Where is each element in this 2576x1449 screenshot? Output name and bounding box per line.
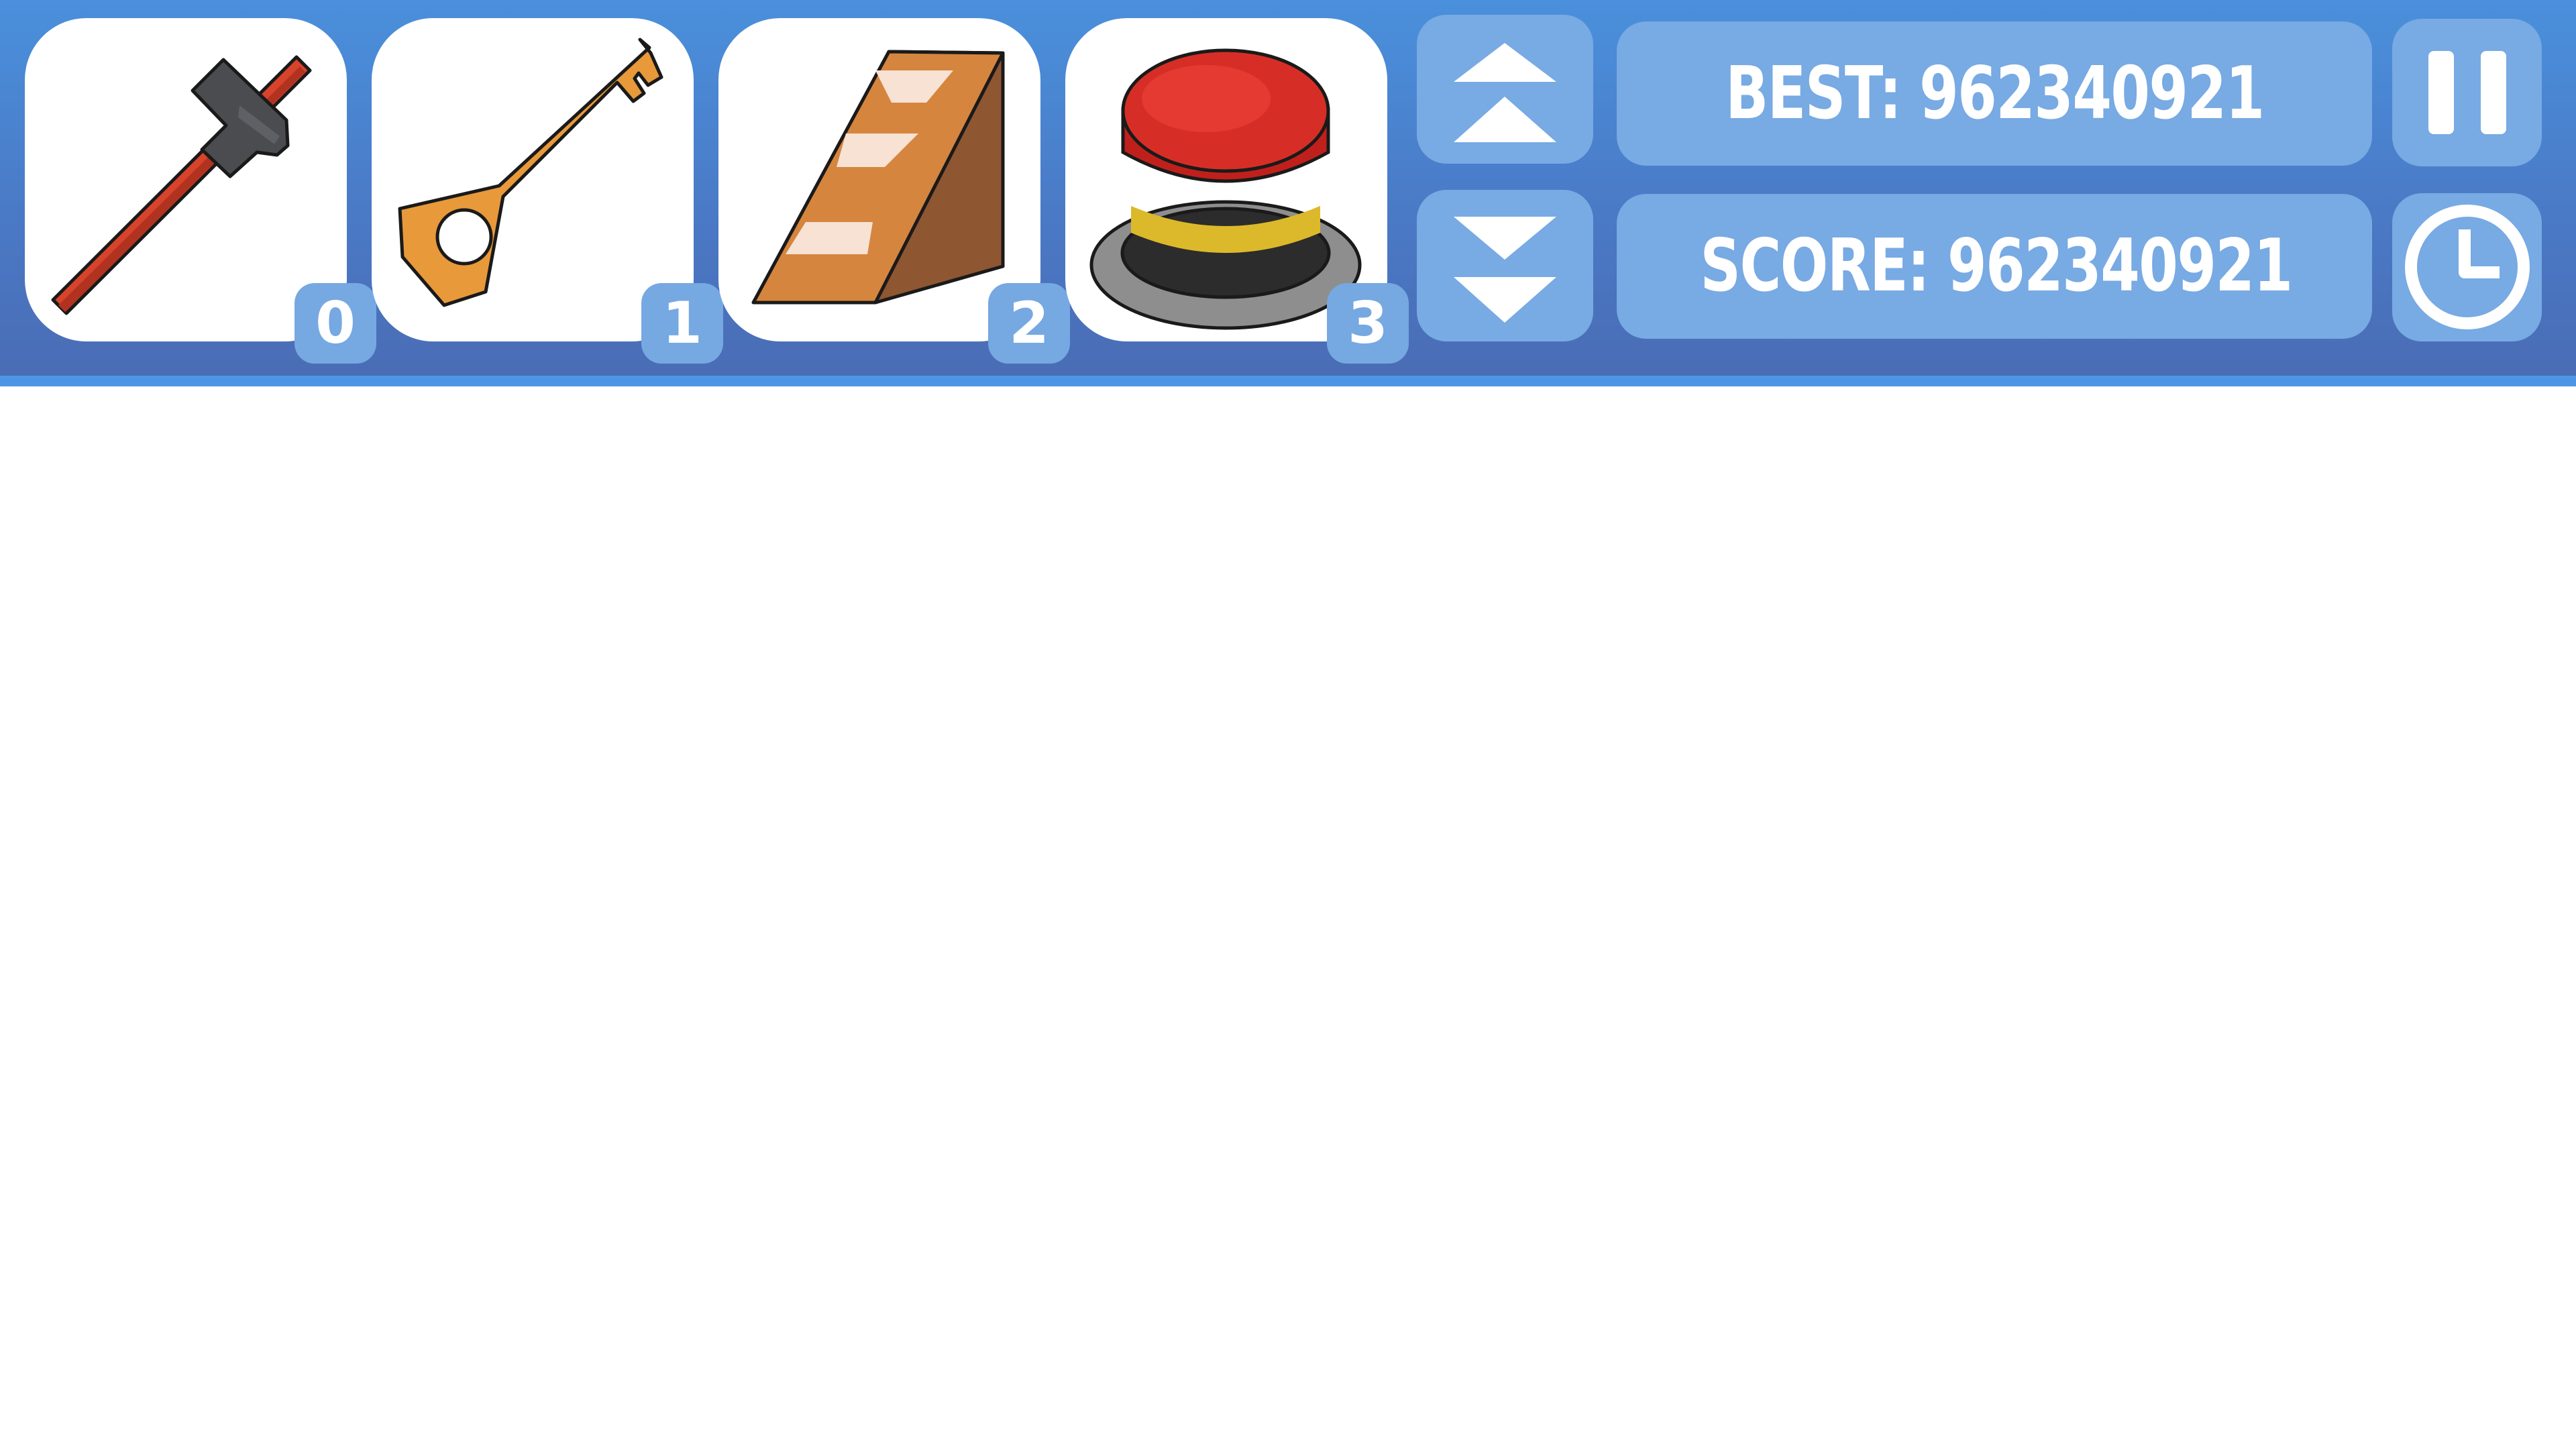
top-toolbar: 0 1 2 3 BEST: 962340921 SCORE: 962340921 — [0, 0, 2576, 386]
item-slot-push-button[interactable]: 3 — [1065, 18, 1409, 364]
item-count-ramp: 2 — [988, 283, 1070, 364]
best-score-panel: BEST: 962340921 — [1617, 21, 2372, 166]
item-count-push-button: 3 — [1327, 283, 1409, 364]
item-slot-key[interactable]: 1 — [372, 18, 723, 364]
pause-button[interactable] — [2392, 19, 2542, 166]
current-score-label: SCORE: 962340921 — [1700, 224, 2293, 308]
double-chevron-down-icon — [1454, 217, 1556, 323]
item-slot-hammer[interactable]: 0 — [25, 18, 376, 364]
item-count-key: 1 — [641, 283, 723, 364]
item-slot-ramp[interactable]: 2 — [718, 18, 1070, 364]
item-count-hammer: 0 — [294, 283, 376, 364]
pause-icon — [2428, 51, 2506, 134]
toolbar-bottom-edge — [0, 376, 2576, 386]
double-chevron-up-icon — [1454, 43, 1556, 142]
best-score-label: BEST: 962340921 — [1725, 52, 2265, 136]
timer-button[interactable] — [2392, 193, 2542, 341]
scroll-down-button[interactable] — [1417, 190, 1593, 341]
scroll-up-button[interactable] — [1417, 15, 1593, 164]
game-area[interactable] — [0, 386, 2576, 1449]
clock-icon — [2405, 205, 2530, 329]
current-score-panel: SCORE: 962340921 — [1617, 194, 2372, 339]
